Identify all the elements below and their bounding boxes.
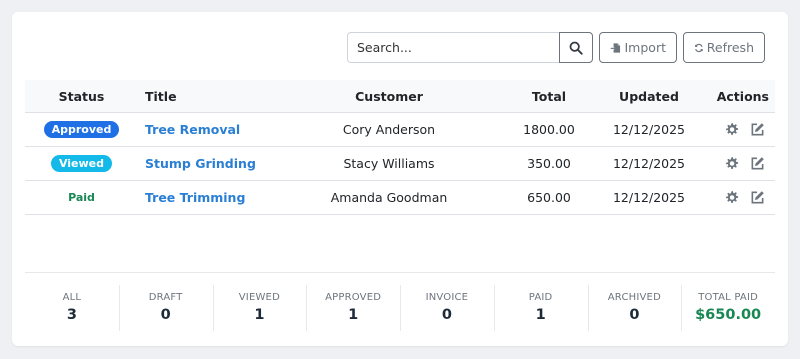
stat-label: APPROVED (325, 292, 382, 303)
edit-icon[interactable] (750, 190, 765, 205)
stat-label: ALL (62, 292, 82, 303)
row-title-link[interactable]: Tree Removal (145, 122, 240, 137)
row-updated: 12/12/2025 (612, 122, 686, 137)
header-status[interactable]: Status (25, 89, 138, 104)
summary-paid[interactable]: PAID 1 (493, 273, 588, 332)
status-summary: ALL 3 DRAFT 0 VIEWED 1 APPROVED 1 INVOIC… (25, 272, 775, 332)
row-total: 650.00 (527, 190, 571, 205)
stat-value: 0 (441, 307, 452, 323)
import-label: Import (624, 40, 667, 55)
search-button[interactable] (559, 32, 593, 63)
summary-draft[interactable]: DRAFT 0 (118, 273, 213, 332)
stat-label: INVOICE (425, 292, 469, 303)
status-badge: Approved (43, 121, 120, 138)
status-badge: Paid (68, 191, 95, 204)
table-row: Viewed Stump Grinding Stacy Williams 350… (25, 147, 775, 181)
table-header: Status Title Customer Total Updated Acti… (25, 80, 775, 113)
import-button[interactable]: Import (599, 32, 677, 63)
stat-value: 1 (254, 307, 265, 323)
search-input[interactable] (347, 32, 559, 63)
gear-icon[interactable] (724, 190, 739, 205)
search-icon (569, 41, 583, 55)
refresh-button[interactable]: Refresh (683, 32, 765, 63)
estimates-card: Import Refresh Status Title Customer Tot… (12, 12, 788, 346)
refresh-label: Refresh (706, 40, 754, 55)
row-customer: Stacy Williams (343, 156, 435, 171)
row-total: 1800.00 (523, 122, 575, 137)
header-total[interactable]: Total (475, 89, 588, 104)
gear-icon[interactable] (724, 122, 739, 137)
summary-approved[interactable]: APPROVED 1 (306, 273, 400, 332)
edit-icon[interactable] (750, 156, 765, 171)
stat-label: VIEWED (238, 292, 280, 303)
status-badge: Viewed (50, 155, 113, 172)
search-group (347, 32, 593, 63)
stat-label: DRAFT (148, 292, 183, 303)
stat-label: TOTAL PAID (698, 292, 759, 303)
refresh-icon (695, 43, 703, 52)
toolbar: Import Refresh (347, 32, 765, 63)
table-row: Paid Tree Trimming Amanda Goodman 650.00… (25, 181, 775, 215)
header-updated[interactable]: Updated (588, 89, 710, 104)
summary-archived[interactable]: ARCHIVED 0 (587, 273, 682, 332)
header-actions: Actions (716, 88, 769, 104)
stat-label: PAID (528, 292, 553, 303)
stat-value: 0 (160, 307, 171, 323)
row-title-link[interactable]: Tree Trimming (145, 190, 245, 205)
gear-icon[interactable] (724, 156, 739, 171)
stat-value: 3 (66, 307, 77, 323)
total-paid-value: $650.00 (695, 307, 762, 323)
row-title-link[interactable]: Stump Grinding (145, 156, 256, 171)
stat-value: 0 (629, 307, 640, 323)
row-updated: 12/12/2025 (612, 190, 686, 205)
summary-viewed[interactable]: VIEWED 1 (212, 273, 307, 332)
header-customer[interactable]: Customer (303, 89, 475, 104)
header-title[interactable]: Title (138, 89, 303, 104)
stat-label: ARCHIVED (607, 292, 661, 303)
summary-all[interactable]: ALL 3 (25, 273, 119, 332)
stat-value: 1 (348, 307, 359, 323)
row-customer: Amanda Goodman (330, 190, 448, 205)
summary-total-paid: TOTAL PAID $650.00 (681, 273, 775, 332)
estimates-table: Status Title Customer Total Updated Acti… (25, 80, 775, 215)
row-customer: Cory Anderson (342, 122, 436, 137)
row-updated: 12/12/2025 (612, 156, 686, 171)
summary-invoice[interactable]: INVOICE 0 (400, 273, 494, 332)
table-row: Approved Tree Removal Cory Anderson 1800… (25, 113, 775, 147)
file-import-icon (610, 42, 621, 53)
row-total: 350.00 (527, 156, 571, 171)
edit-icon[interactable] (750, 122, 765, 137)
stat-value: 1 (535, 307, 546, 323)
